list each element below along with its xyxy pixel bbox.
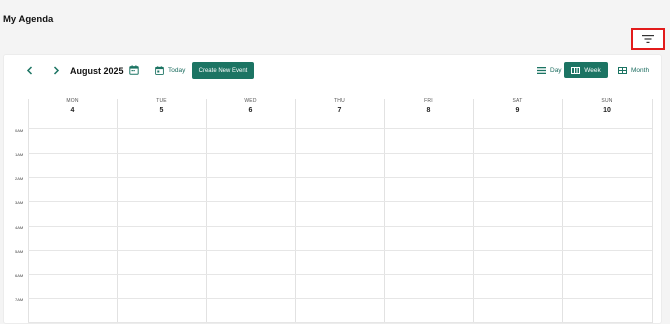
hour-row-line xyxy=(28,128,652,129)
hour-label: 2AM xyxy=(15,176,24,181)
today-button[interactable]: Today xyxy=(155,63,185,77)
day-header-fri[interactable]: FRI 8 xyxy=(384,95,473,128)
filter-button[interactable] xyxy=(631,28,665,50)
chevron-left-icon xyxy=(26,65,32,75)
week-view-icon xyxy=(571,66,581,74)
week-view-button[interactable]: Week xyxy=(564,62,608,78)
month-label: August 2025 xyxy=(70,66,124,76)
column-divider xyxy=(652,99,653,323)
month-view-button[interactable]: Month xyxy=(614,62,653,78)
page-title: My Agenda xyxy=(3,14,54,25)
day-view-label: Day xyxy=(550,66,562,74)
hour-row-line xyxy=(28,177,652,178)
day-number: 9 xyxy=(515,107,520,114)
day-name: THU xyxy=(334,98,345,104)
day-header-wed[interactable]: WED 6 xyxy=(206,95,295,128)
hour-label: 5AM xyxy=(15,249,24,254)
hour-label: 6AM xyxy=(15,273,24,278)
hour-label: 3AM xyxy=(15,200,24,205)
hour-row-line xyxy=(28,153,652,154)
day-number: 5 xyxy=(159,107,164,114)
column-divider xyxy=(117,99,118,323)
day-number: 7 xyxy=(337,107,342,114)
hour-label: 0AM xyxy=(15,128,24,133)
hour-label: 7AM xyxy=(15,297,24,302)
day-name: FRI xyxy=(424,98,433,104)
calendar-toolbar: August 2025 Today Create New Event Day W… xyxy=(4,55,661,87)
day-number: 6 xyxy=(248,107,253,114)
next-week-button[interactable] xyxy=(50,64,62,76)
hour-row-line xyxy=(28,274,652,275)
day-number: 10 xyxy=(603,107,611,114)
hour-row-line xyxy=(28,298,652,299)
hour-row-line xyxy=(28,201,652,202)
day-name: TUE xyxy=(156,98,167,104)
day-name: MON xyxy=(66,98,79,104)
calendar-icon[interactable] xyxy=(129,65,139,75)
week-grid: MON 4 TUE 5 WED 6 THU 7 FRI 8 SAT 9 SUN … xyxy=(4,95,661,323)
day-name: WED xyxy=(244,98,257,104)
day-header-mon[interactable]: MON 4 xyxy=(28,95,117,128)
day-header-thu[interactable]: THU 7 xyxy=(295,95,384,128)
create-new-event-button[interactable]: Create New Event xyxy=(192,62,254,79)
filter-lines-icon xyxy=(642,35,654,43)
hour-row-line xyxy=(28,250,652,251)
day-number: 8 xyxy=(426,107,431,114)
hour-label: 1AM xyxy=(15,152,24,157)
hour-row-line xyxy=(28,322,652,323)
day-header-sat[interactable]: SAT 9 xyxy=(473,95,562,128)
day-view-button[interactable]: Day xyxy=(533,62,566,78)
week-view-label: Week xyxy=(584,66,601,74)
column-divider xyxy=(384,99,385,323)
prev-week-button[interactable] xyxy=(23,64,35,76)
month-view-icon xyxy=(618,66,627,74)
day-header-tue[interactable]: TUE 5 xyxy=(117,95,206,128)
day-number: 4 xyxy=(70,107,75,114)
column-divider xyxy=(28,99,29,323)
hour-label: 4AM xyxy=(15,225,24,230)
month-view-label: Month xyxy=(631,66,650,74)
column-divider xyxy=(295,99,296,323)
day-header-sun[interactable]: SUN 10 xyxy=(562,95,652,128)
calendar-card: August 2025 Today Create New Event Day W… xyxy=(3,54,662,324)
column-divider xyxy=(473,99,474,323)
column-divider xyxy=(562,99,563,323)
today-label: Today xyxy=(168,66,186,74)
chevron-right-icon xyxy=(53,65,59,75)
column-divider xyxy=(206,99,207,323)
day-view-icon xyxy=(537,66,546,74)
day-name: SAT xyxy=(512,98,523,104)
today-calendar-icon xyxy=(155,65,164,75)
hour-row-line xyxy=(28,226,652,227)
day-name: SUN xyxy=(601,98,613,104)
